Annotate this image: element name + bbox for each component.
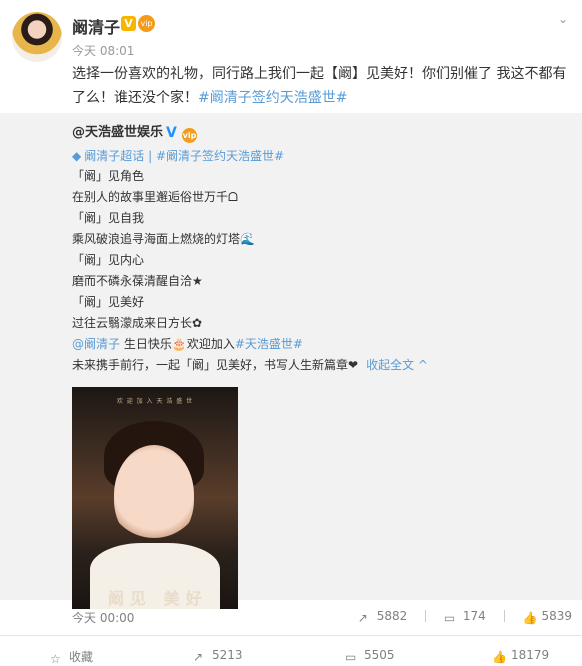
poster-bottom-text: 阚见 美好: [108, 589, 208, 608]
repost-stats: ↗ 5882 ▭ 174 👍 5839: [344, 609, 572, 625]
heart-icon: ❤: [348, 358, 359, 372]
repost-welcome-hashtag[interactable]: #天浩盛世#: [235, 337, 303, 351]
repost-line-1: 「阚」见角色: [72, 169, 145, 183]
post-time: 今天 08:01: [72, 44, 135, 58]
verified-badge: V: [121, 16, 136, 31]
vip-badge: vip: [138, 15, 155, 32]
cake-icon: 🎂: [171, 337, 187, 351]
wave-icon: 🌊: [240, 232, 255, 246]
repost-like-button[interactable]: 👍 5839: [522, 609, 572, 625]
repost-tag-hashtag[interactable]: #阚清子签约天浩盛世#: [156, 149, 284, 163]
repost-line-2: 在别人的故事里邂逅俗世万千ᗝ: [72, 190, 238, 204]
repost-tag-supertopic[interactable]: 阚清子超话: [84, 149, 144, 163]
repost-forward-button[interactable]: ↗ 5882: [358, 609, 408, 625]
star-icon: ★: [192, 274, 203, 288]
poster-top-text: 欢 迎 加 入 天 浩 盛 世: [116, 398, 194, 405]
repost-verified-badge: V: [166, 125, 177, 141]
avatar[interactable]: [12, 12, 62, 62]
thumbs-up-icon: 👍: [492, 650, 507, 664]
repost-line-5: 「阚」见内心: [72, 253, 145, 267]
poster-face: [114, 445, 194, 545]
bottom-action-bar: ☆ 收藏 ↗ 5213 ▭ 5505 👍 18179: [0, 635, 582, 666]
forward-button[interactable]: ↗ 5213: [193, 648, 243, 664]
repost-comment-button[interactable]: ▭ 174: [444, 609, 486, 625]
repost-welcome-text: 欢迎加入: [186, 337, 235, 351]
forward-icon: ↗: [193, 650, 204, 664]
repost-line-7: 「阚」见美好: [72, 295, 145, 309]
post-content: 选择一份喜欢的礼物，同行路上我们一起【阚】见美好！你们别催了 我这不都有了么！谁…: [72, 62, 572, 110]
divider: [425, 610, 427, 622]
poster-image[interactable]: 欢 迎 加 入 天 浩 盛 世 阚见 美好: [72, 387, 238, 609]
repost-tags: ◆ 阚清子超话 | #阚清子签约天浩盛世#: [72, 147, 568, 164]
collapse-link[interactable]: 收起全文 ^: [366, 358, 428, 372]
repost-username-row: @天浩盛世娱乐 Vvip: [72, 121, 568, 143]
repost-text-lines: 「阚」见角色 在别人的故事里邂逅俗世万千ᗝ 「阚」见自我 乘风破浪追寻海面上燃烧…: [72, 166, 568, 376]
repost-card: @天浩盛世娱乐 Vvip ◆ 阚清子超话 | #阚清子签约天浩盛世# 「阚」见角色 …: [0, 113, 582, 625]
forward-icon: ↗: [357, 611, 368, 625]
comment-icon: ▭: [443, 611, 456, 625]
diamond-icon: ◆: [72, 149, 82, 163]
repost-line-last: 未来携手前行，一起「阚」见美好，书写人生新篇章❤ 收起全文 ^: [72, 355, 568, 376]
comment-icon: ▭: [345, 650, 357, 664]
repost-line-4: 乘风破浪追寻海面上燃烧的灯塔🌊: [72, 229, 568, 250]
divider: [503, 610, 505, 622]
repost-line-3: 「阚」见自我: [72, 211, 145, 225]
post-hashtag-link[interactable]: #阚清子签约天浩盛世#: [198, 90, 347, 106]
repost-line-6: 磨而不磷永葆清醒自洽★: [72, 271, 568, 292]
repost-birthday-text: 生日快乐: [123, 337, 172, 351]
repost-mention-link[interactable]: @阚清子: [72, 337, 120, 351]
repost-line-birthday: @阚清子 生日快乐🎂欢迎加入#天浩盛世#: [72, 334, 568, 355]
flower-icon: ✿: [192, 316, 203, 330]
thumbs-up-icon: 👍: [522, 611, 538, 625]
comment-button[interactable]: ▭ 5505: [345, 648, 395, 664]
like-button[interactable]: 👍 18179: [492, 648, 549, 664]
repost-line-8: 过往云翳濛成来日方长✿: [72, 313, 568, 334]
repost-vip-badge: vip: [182, 128, 198, 143]
chevron-down-icon[interactable]: ⌄: [556, 12, 570, 26]
post-username[interactable]: 阚清子: [72, 14, 120, 38]
repost-username[interactable]: @天浩盛世娱乐: [72, 125, 163, 140]
repost-tag-separator: |: [148, 149, 153, 163]
repost-time: 今天 00:00: [72, 611, 135, 625]
collect-button[interactable]: ☆ 收藏: [50, 648, 93, 666]
